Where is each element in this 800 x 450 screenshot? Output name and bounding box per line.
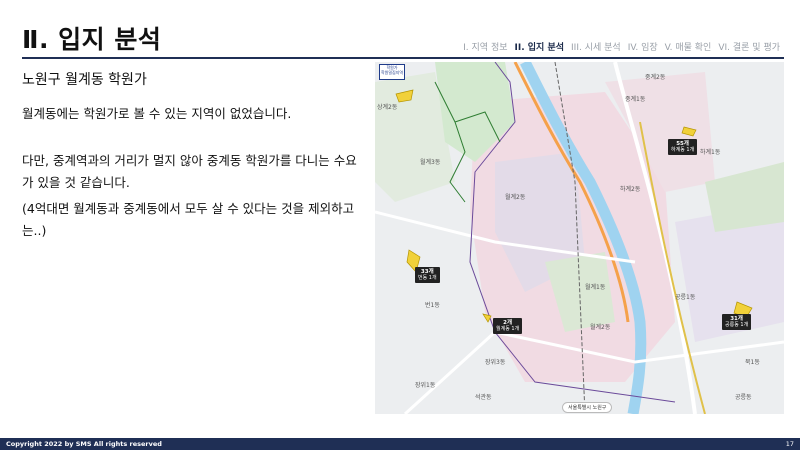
nav-item-site-visit[interactable]: IV. 임장 — [628, 40, 658, 53]
academy-zone-marker[interactable]: 2개 월계동 1개 — [493, 318, 523, 334]
section-subtitle: 노원구 월계동 학원가 — [22, 72, 147, 88]
academy-zone-marker[interactable]: 33개 번동 1개 — [415, 267, 440, 283]
map-label: 월계2동 — [590, 324, 611, 331]
nav-item-region-info[interactable]: I. 지역 정보 — [463, 40, 507, 53]
paragraph-2: 다만, 중계역과의 거리가 멀지 않아 중계동 학원가를 다니는 수요가 있을 … — [22, 153, 357, 190]
paragraph-1: 월계동에는 학원가로 볼 수 있는 지역이 없었습니다. — [22, 106, 292, 121]
map-graphic — [375, 62, 784, 414]
map-label: 번1동 — [425, 302, 440, 309]
nav-item-conclusion[interactable]: VI. 결론 및 평가 — [718, 40, 780, 53]
nav-item-price-analysis[interactable]: III. 시세 분석 — [571, 40, 621, 53]
map-label: 석관동 — [475, 394, 492, 401]
map-legend: 학원가 학원밀집지역 — [379, 64, 405, 80]
map-label: 월계2동 — [505, 194, 526, 201]
paragraph-3: (4억대면 월계동과 중계동에서 모두 살 수 있다는 것을 제외하고는..) — [22, 201, 355, 238]
map-label: 상계2동 — [377, 104, 398, 111]
copyright-text: Copyright 2022 by SMS All rights reserve… — [6, 440, 162, 448]
academy-zone-marker[interactable]: 31개 공릉동 1개 — [722, 314, 752, 330]
map-label: 월계3동 — [420, 159, 441, 166]
district-badge: 서울특별시 노원구 — [562, 402, 613, 413]
page-number: 17 — [785, 440, 794, 448]
map-label: 월계1동 — [585, 284, 606, 291]
map-label: 공릉1동 — [675, 294, 696, 301]
legend-subtitle: 학원밀집지역 — [380, 70, 404, 75]
nav-item-location-analysis[interactable]: II. 입지 분석 — [515, 40, 565, 53]
map-label: 하계2동 — [620, 186, 641, 193]
map-label: 장위3동 — [485, 359, 506, 366]
header-divider — [22, 57, 784, 59]
nav-item-listing-check[interactable]: V. 매물 확인 — [665, 40, 712, 53]
map-label: 묵1동 — [745, 359, 760, 366]
map-label: 하계1동 — [700, 149, 721, 156]
map-label: 중계1동 — [625, 96, 646, 103]
academy-zone-marker[interactable]: 55개 하계동 1개 — [668, 139, 698, 155]
map-label: 장위1동 — [415, 382, 436, 389]
section-nav: I. 지역 정보 II. 입지 분석 III. 시세 분석 IV. 임장 V. … — [456, 40, 780, 53]
area-map[interactable]: 학원가 학원밀집지역 상계2동 월계2동 월계3동 중계1동 하계2동 하계1동… — [375, 62, 784, 414]
map-label: 공릉동 — [735, 394, 752, 401]
page-title: Ⅱ. 입지 분석 — [22, 25, 162, 54]
map-label: 중계2동 — [645, 74, 666, 81]
